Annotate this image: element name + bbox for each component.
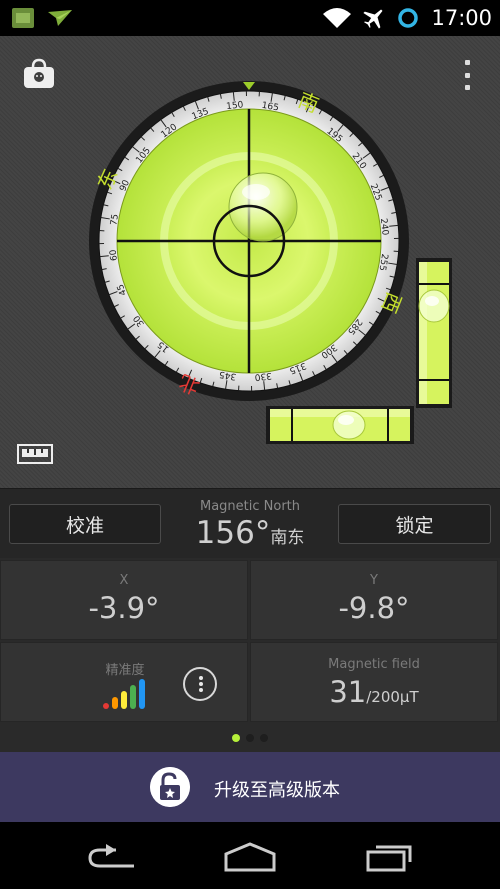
overflow-menu-button[interactable]: [460, 60, 474, 90]
magnetic-north-label: Magnetic North: [199, 499, 301, 514]
horizontal-tube-level: [266, 406, 414, 444]
lock-button[interactable]: 锁定: [338, 504, 491, 544]
recent-apps-icon[interactable]: [366, 842, 414, 872]
magnetic-north-value: 156°南东: [160, 515, 340, 551]
heading-direction: 南东: [270, 528, 305, 548]
heading-row: 校准 Magnetic North 156°南东 锁定: [0, 488, 500, 558]
page-dot[interactable]: [260, 734, 268, 742]
compass-dial[interactable]: 135150 1651952102252402552853003153303451…: [88, 80, 410, 402]
readout-panel: 校准 Magnetic North 156°南东 锁定 X -3.9° Y -9…: [0, 488, 500, 752]
upgrade-label: 升级至高级版本: [214, 780, 340, 801]
accuracy-label: 精准度: [105, 663, 145, 678]
info-dot: [199, 688, 203, 692]
magnetic-field-unit: /200µT: [366, 688, 419, 706]
accuracy-bar: [103, 703, 109, 709]
shopping-bag-icon[interactable]: [22, 58, 56, 90]
magnetic-field-number: 31: [329, 675, 367, 709]
magnetic-field-value: 31/200µT: [251, 675, 497, 709]
minecraft-app-icon: [12, 8, 34, 28]
tilt-y-label: Y: [370, 573, 378, 588]
unlock-star-icon: [150, 767, 190, 807]
status-time: 17:00: [431, 6, 492, 30]
menu-dot: [464, 72, 470, 78]
page-indicator: [0, 726, 500, 750]
magnetic-field-label: Magnetic field: [328, 657, 420, 672]
magnetic-field-cell: Magnetic field 31/200µT: [250, 642, 498, 722]
upgrade-banner[interactable]: 升级至高级版本: [0, 752, 500, 822]
accuracy-bar: [121, 691, 127, 709]
paper-plane-icon: [48, 10, 72, 26]
accuracy-bar: [139, 679, 145, 709]
instrument-area: 135 150 165 195 210 225 240 255 285 300 315 330 345 1…: [0, 36, 500, 488]
menu-dot: [464, 85, 470, 90]
wifi-icon: [323, 8, 352, 28]
accuracy-cell: 精准度: [0, 642, 248, 722]
tilt-y-cell: Y -9.8°: [250, 560, 498, 640]
tilt-x-label: X: [119, 573, 129, 588]
navigation-bar: [0, 822, 500, 889]
accuracy-bar: [130, 685, 136, 709]
tilt-x-cell: X -3.9°: [0, 560, 248, 640]
page-dot[interactable]: [246, 734, 254, 742]
ruler-icon[interactable]: [17, 444, 53, 464]
menu-dot: [464, 60, 470, 65]
tilt-y-value: -9.8°: [338, 591, 410, 625]
airplane-mode-icon: [363, 9, 383, 29]
accuracy-info-button[interactable]: [183, 667, 217, 701]
info-dot: [199, 682, 203, 686]
back-icon[interactable]: [86, 844, 136, 870]
accuracy-signal-icon: [103, 679, 145, 709]
home-icon[interactable]: [224, 842, 276, 872]
vertical-tube-level: [416, 258, 452, 408]
sync-circle-icon: [398, 8, 419, 28]
heading-degrees: 156°: [195, 515, 271, 551]
calibrate-button[interactable]: 校准: [9, 504, 161, 544]
info-dot: [199, 676, 203, 680]
page-dot[interactable]: [232, 734, 240, 742]
tilt-x-value: -3.9°: [88, 591, 160, 625]
accuracy-bar: [112, 697, 118, 709]
status-bar: 17:00: [0, 0, 500, 36]
